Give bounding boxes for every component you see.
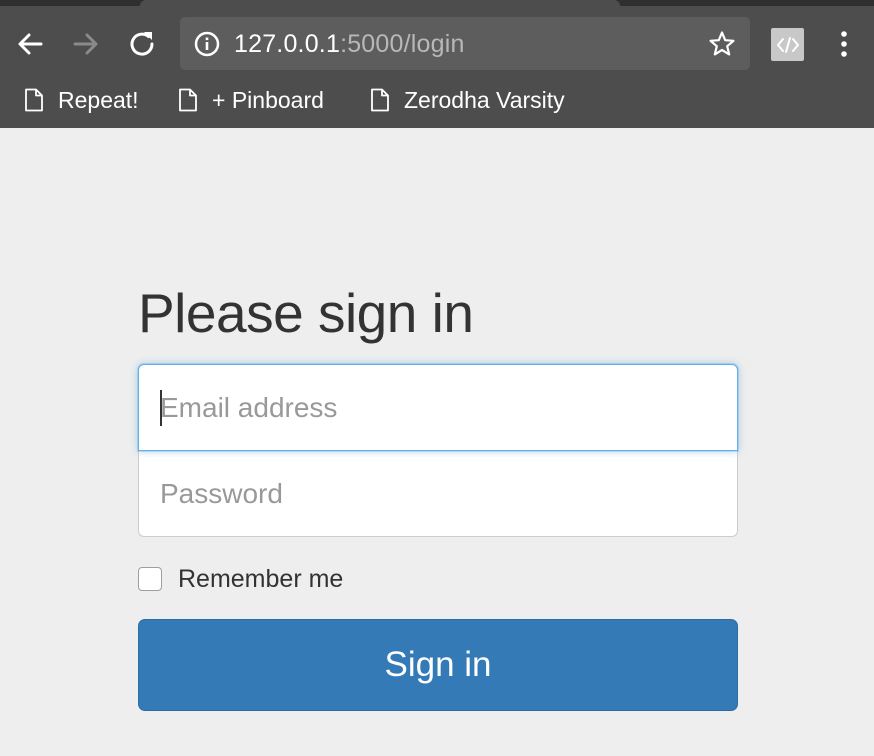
- bookmark-label: Zerodha Varsity: [404, 86, 565, 113]
- address-bar[interactable]: 127.0.0.1:5000/login: [180, 17, 750, 70]
- bookmark-pinboard[interactable]: + Pinboard: [178, 82, 324, 118]
- browser-toolbar: 127.0.0.1:5000/login Repeat! + Pinboard: [0, 0, 874, 128]
- bookmark-zerodha-varsity[interactable]: Zerodha Varsity: [370, 82, 565, 118]
- reload-button[interactable]: [124, 26, 160, 62]
- document-icon: [25, 88, 43, 112]
- code-extension-icon[interactable]: [771, 28, 804, 61]
- email-field-wrapper: [138, 364, 738, 451]
- back-arrow-icon: [18, 33, 43, 55]
- star-icon[interactable]: [708, 30, 736, 58]
- menu-dots-icon[interactable]: [832, 28, 856, 60]
- remember-me-row: Remember me: [138, 565, 738, 593]
- info-icon[interactable]: [194, 31, 220, 57]
- bookmark-label: + Pinboard: [212, 86, 324, 113]
- url-text[interactable]: 127.0.0.1:5000/login: [234, 29, 465, 59]
- back-button[interactable]: [12, 26, 48, 62]
- password-field[interactable]: [139, 451, 737, 536]
- bookmarks-bar: Repeat! + Pinboard Zerodha Varsity: [0, 82, 874, 118]
- bookmark-repeat[interactable]: Repeat!: [24, 82, 139, 118]
- code-brackets-icon: [776, 36, 799, 53]
- page-title: Please sign in: [138, 282, 474, 344]
- password-field-wrapper: [138, 451, 738, 537]
- text-caret: [160, 390, 162, 426]
- active-tab[interactable]: [140, 0, 620, 6]
- document-icon: [179, 88, 197, 112]
- forward-arrow-icon: [73, 33, 98, 55]
- remember-me-checkbox[interactable]: [138, 567, 162, 591]
- url-host: 127.0.0.1: [234, 30, 341, 58]
- remember-me-label[interactable]: Remember me: [178, 565, 343, 594]
- sign-in-button[interactable]: Sign in: [138, 619, 738, 711]
- url-path: :5000/login: [340, 30, 465, 58]
- document-icon: [371, 88, 389, 112]
- reload-icon: [130, 32, 154, 56]
- signin-form: Please sign in Remember me Sign in: [138, 280, 738, 711]
- forward-button[interactable]: [68, 26, 104, 62]
- bookmark-label: Repeat!: [58, 86, 139, 113]
- email-field[interactable]: [139, 365, 737, 450]
